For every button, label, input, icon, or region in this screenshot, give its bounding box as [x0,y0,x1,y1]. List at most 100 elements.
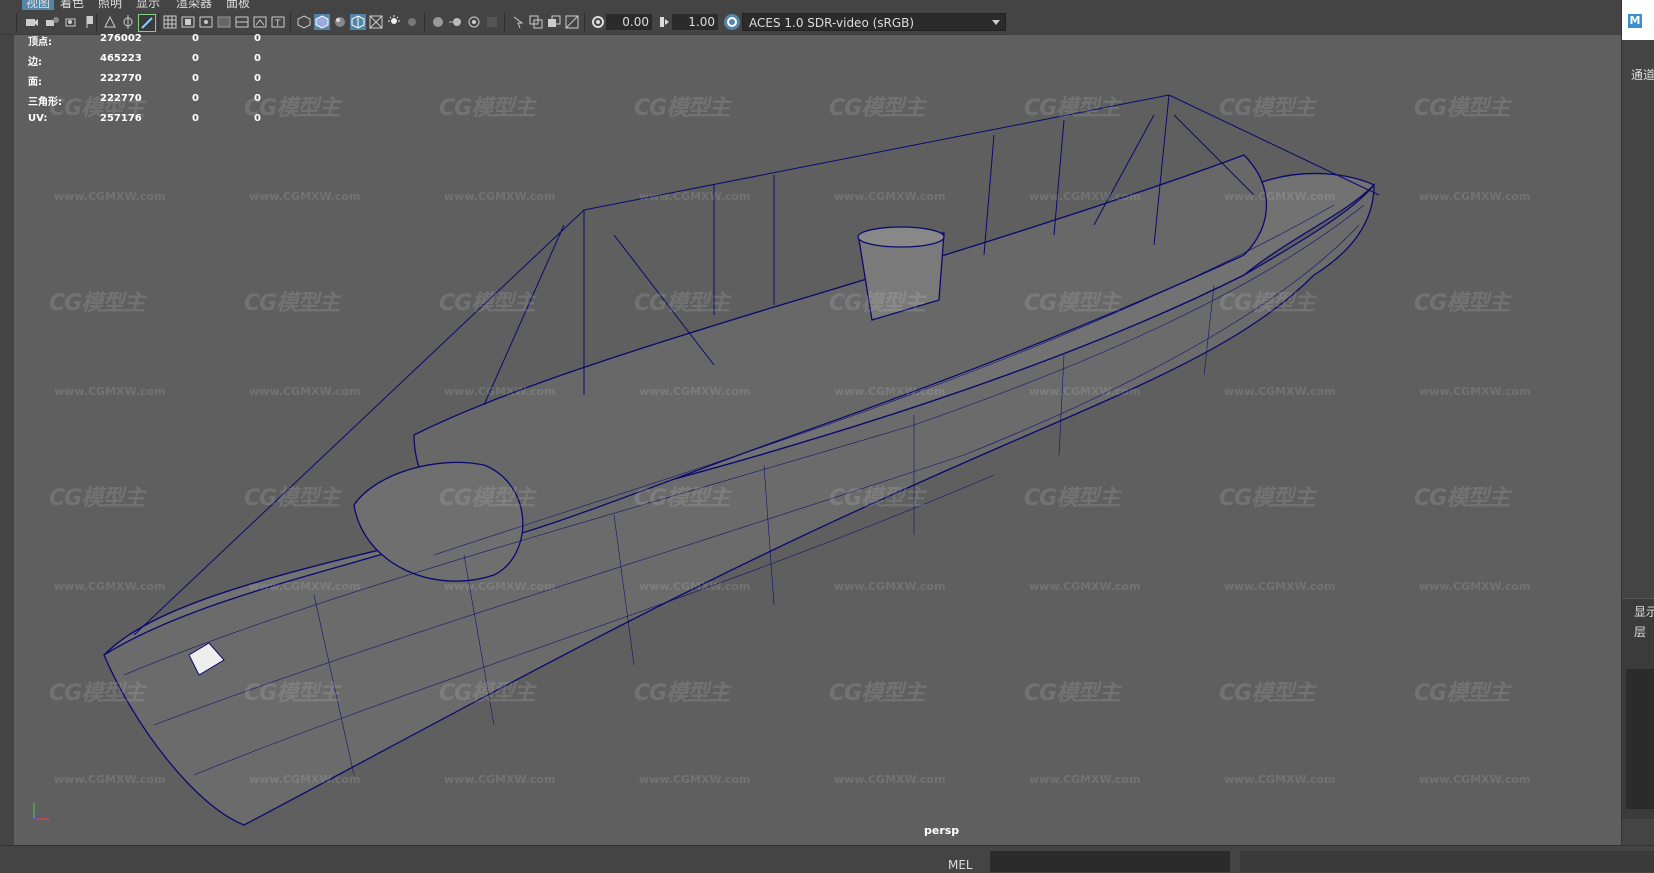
field-chart-icon[interactable] [234,14,250,30]
use-all-lights-icon[interactable] [386,14,402,30]
watermark-logo: CG模型主 [49,486,145,511]
layer-list[interactable] [1626,669,1654,809]
watermark-logo: CG模型主 [1024,96,1120,121]
hud-value: 465223 [100,53,142,64]
watermark-url: www.CGMXW.com [444,190,556,203]
watermark-url: www.CGMXW.com [834,773,946,786]
menu-renderer[interactable]: 渲染器 [176,0,212,10]
camera-select-icon[interactable] [24,14,40,30]
ship-wireframe-model [103,94,1380,826]
wireframe-icon[interactable] [296,14,312,30]
camera-name-label: persp [924,824,960,837]
hud-value: 0 [192,93,199,104]
toolbar-separator [16,13,17,31]
xray-icon[interactable] [368,14,384,30]
smooth-shade-icon[interactable] [314,14,330,30]
colorspace-dropdown[interactable]: ACES 1.0 SDR-video (sRGB) [742,13,1006,31]
hud-label: 三角形: [28,97,62,108]
hud-value: 257176 [100,113,142,124]
chevron-down-icon [991,14,1001,35]
hud-value: 0 [254,73,261,84]
perspective-viewport[interactable]: CG模型主 CG模型主 CG模型主 CG模型主 CG模型主 CG模型主 CG模型… [14,35,1621,845]
watermark-url: www.CGMXW.com [54,773,166,786]
isolate-select-icon[interactable] [510,14,526,30]
watermark-logo: CG模型主 [634,291,730,316]
wireframe-on-shaded-icon[interactable] [350,14,366,30]
mel-label[interactable]: MEL [948,858,973,872]
grid-icon[interactable] [162,14,178,30]
resolution-gate-icon[interactable] [198,14,214,30]
watermark-logo: CG模型主 [1219,681,1315,706]
toolbar-separator [290,13,291,31]
anti-aliasing-icon[interactable] [466,14,482,30]
hud-value: 0 [192,73,199,84]
image-plane-icon[interactable] [102,14,118,30]
hud-value: 276002 [100,33,142,44]
layer-tab[interactable]: 层 [1634,623,1646,640]
exposure-icon[interactable] [590,14,606,30]
safe-action-icon[interactable] [252,14,268,30]
watermark-url: www.CGMXW.com [1029,773,1141,786]
xray-joints-icon[interactable] [528,14,544,30]
hud-value: 0 [254,53,261,64]
color-management-icon[interactable] [724,14,740,30]
watermark-url: www.CGMXW.com [639,190,751,203]
menu-show[interactable]: 显示 [136,0,160,10]
menu-lighting[interactable]: 照明 [98,0,122,10]
svg-text:T: T [274,19,281,29]
bookmark-icon[interactable] [64,14,80,30]
motion-blur-icon[interactable] [448,14,464,30]
watermark-url: www.CGMXW.com [639,580,751,593]
safe-title-icon[interactable]: T [270,14,286,30]
watermark-logo: CG模型主 [634,486,730,511]
watermark-url: www.CGMXW.com [1224,385,1336,398]
exposure-field[interactable]: 0.00 [606,14,652,30]
watermark-url: www.CGMXW.com [444,385,556,398]
mel-command-input[interactable] [990,851,1230,872]
gamma-field[interactable]: 1.00 [672,14,718,30]
watermark-logo: CG模型主 [439,96,535,121]
channel-label[interactable]: 通道 [1631,66,1654,83]
watermark-logo: CG模型主 [829,291,925,316]
watermark-url: www.CGMXW.com [1419,580,1531,593]
watermark-logo: CG模型主 [829,96,925,121]
watermark-url: www.CGMXW.com [249,190,361,203]
watermark-url: www.CGMXW.com [1419,190,1531,203]
watermark-logo: CG模型主 [1219,486,1315,511]
toolbar-separator [96,13,97,31]
watermark-logo: CG模型主 [1414,291,1510,316]
hud-label: 面: [28,77,42,88]
maya-app-icon: M [1628,14,1642,28]
depth-of-field-icon[interactable] [484,14,500,30]
menu-shading[interactable]: 着色 [60,0,84,10]
watermark-logo: CG模型主 [49,291,145,316]
menu-view[interactable]: 视图 [22,0,55,10]
axis-gizmo-icon [33,803,50,820]
watermark-url: www.CGMXW.com [1029,385,1141,398]
watermark-url: www.CGMXW.com [834,190,946,203]
hud-label: 边: [28,57,42,68]
watermark-logo: CG模型主 [1024,486,1120,511]
grease-pencil-icon[interactable] [138,14,156,32]
backface-culling-icon[interactable] [564,14,580,30]
shadows-icon[interactable] [404,14,420,30]
panel-tab-header[interactable]: M [1622,0,1654,40]
hud-value: 0 [254,113,261,124]
gamma-icon[interactable] [656,14,672,30]
xray-active-components-icon[interactable] [546,14,562,30]
watermark-url: www.CGMXW.com [1029,580,1141,593]
display-tab[interactable]: 显示 [1634,603,1654,620]
toolbar-separator [158,13,159,31]
gate-mask-icon[interactable] [216,14,232,30]
watermark-url: www.CGMXW.com [1224,773,1336,786]
screen-space-ao-icon[interactable] [430,14,446,30]
camera-attributes-icon[interactable] [44,14,60,30]
watermark-url: www.CGMXW.com [444,773,556,786]
default-material-icon[interactable] [332,14,348,30]
ship-funnel-top [857,226,945,248]
film-gate-icon[interactable] [180,14,196,30]
2d-pan-zoom-icon[interactable] [120,14,136,30]
colorspace-value: ACES 1.0 SDR-video (sRGB) [749,16,915,30]
menu-panels[interactable]: 面板 [226,0,250,10]
hud-label: UV: [28,113,48,124]
